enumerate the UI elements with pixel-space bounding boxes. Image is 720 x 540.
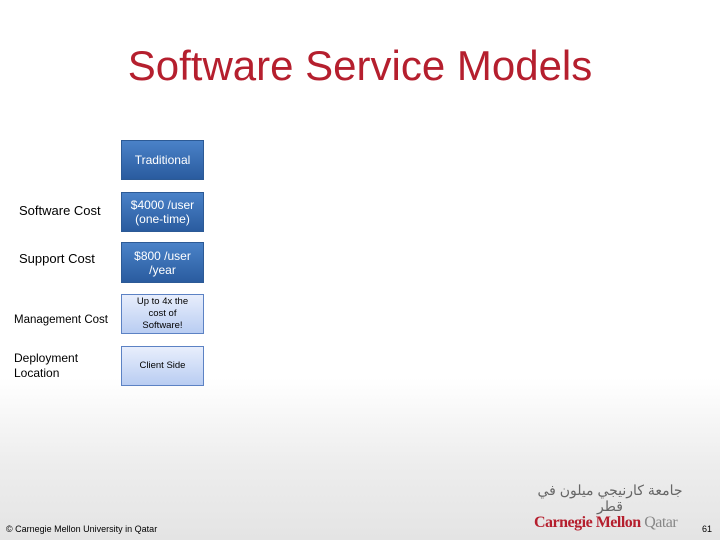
cell-management-cost: Up to 4x the cost of Software! xyxy=(121,294,204,334)
cell-deployment-location: Client Side xyxy=(121,346,204,386)
column-header-traditional: Traditional xyxy=(121,140,204,180)
logo-english: Carnegie Mellon Qatar xyxy=(534,514,678,531)
footer-copyright: © Carnegie Mellon University in Qatar xyxy=(6,524,158,534)
cell-support-cost: $800 /user /year xyxy=(121,242,204,283)
cell-software-cost: $4000 /user (one-time) xyxy=(121,192,204,232)
page-number: 61 xyxy=(701,524,712,534)
row-label-support-cost: Support Cost xyxy=(19,251,95,266)
row-label-deployment-location: Deployment Location xyxy=(14,351,79,380)
cmu-qatar-logo: جامعة كارنيجي ميلون في قطر Carnegie Mell… xyxy=(534,482,686,532)
logo-arabic: جامعة كارنيجي ميلون في قطر xyxy=(537,482,683,514)
row-label-management-cost: Management Cost xyxy=(14,314,108,326)
row-label-software-cost: Software Cost xyxy=(19,203,101,218)
slide-title: Software Service Models xyxy=(127,42,593,89)
